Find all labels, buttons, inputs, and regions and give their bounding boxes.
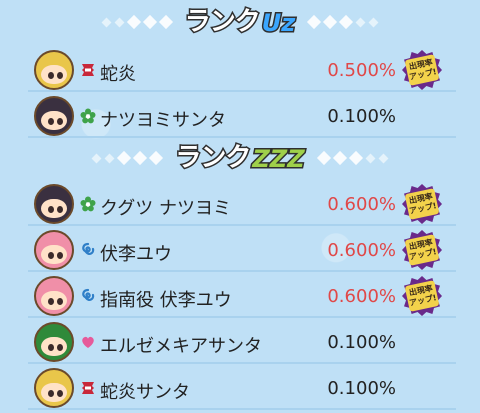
green-flower-tribe-icon xyxy=(80,196,96,212)
row-divider xyxy=(28,408,456,410)
row-divider xyxy=(28,362,456,364)
red-tribe-icon xyxy=(80,62,96,78)
character-name: 伏李ユウ xyxy=(100,244,172,265)
rank-title-zzz: ランク ZZZ xyxy=(174,143,306,173)
character-name: 蛇炎 xyxy=(100,64,136,85)
character-name: クグツ ナツヨミ xyxy=(100,198,232,219)
row-divider xyxy=(28,270,456,272)
list-item: 蛇炎 0.500% 出現率 アップ! xyxy=(0,48,480,92)
rate-up-badge-icon: 出現率 アップ! xyxy=(402,276,442,316)
row-divider xyxy=(28,90,456,92)
list-item: 伏李ユウ 0.600% 出現率 アップ! xyxy=(0,228,480,272)
rank-badge-zzz: ZZZ xyxy=(251,145,306,173)
rank-label: ランク xyxy=(174,143,253,173)
character-avatar xyxy=(34,276,74,316)
character-name: エルゼメキアサンタ xyxy=(100,336,262,357)
drop-rate: 0.500% xyxy=(327,60,396,81)
drop-rate: 0.100% xyxy=(327,332,396,353)
character-avatar xyxy=(34,368,74,408)
list-item: ナツヨミサンタ 0.100% xyxy=(0,94,480,138)
row-divider xyxy=(28,136,456,138)
rate-up-badge-icon: 出現率 アップ! xyxy=(402,184,442,224)
red-tribe-icon xyxy=(80,380,96,396)
character-name: 蛇炎サンタ xyxy=(100,382,190,403)
drop-rate: 0.600% xyxy=(327,286,396,307)
character-avatar xyxy=(34,322,74,362)
blue-swirl-tribe-icon xyxy=(80,288,96,304)
character-avatar xyxy=(34,184,74,224)
list-item: 指南役 伏李ユウ 0.600% 出現率 アップ! xyxy=(0,274,480,318)
header-diamonds-right xyxy=(316,150,389,166)
rank-badge-uz: Uz xyxy=(260,9,297,37)
header-diamonds-left xyxy=(91,150,164,166)
row-divider xyxy=(28,224,456,226)
drop-rate: 0.100% xyxy=(327,106,396,127)
rate-up-badge-icon: 出現率 アップ! xyxy=(402,50,442,90)
rank-label: ランク xyxy=(183,7,262,37)
list-item: エルゼメキアサンタ 0.100% xyxy=(0,320,480,364)
drop-rate: 0.600% xyxy=(327,194,396,215)
drop-rate: 0.100% xyxy=(327,378,396,399)
character-name: 指南役 伏李ユウ xyxy=(100,290,232,311)
character-avatar xyxy=(34,50,74,90)
pink-heart-tribe-icon xyxy=(80,334,96,350)
header-diamonds-right xyxy=(307,14,379,30)
rate-list-panel: ランク Uz 蛇炎 0.500% 出現率 アップ! ナツヨミサンタ 0.100% ランク … xyxy=(0,0,480,413)
drop-rate: 0.600% xyxy=(327,240,396,261)
green-flower-tribe-icon xyxy=(80,108,96,124)
character-name: ナツヨミサンタ xyxy=(100,110,226,131)
list-item: 蛇炎サンタ 0.100% xyxy=(0,366,480,410)
rank-title-uz: ランク Uz xyxy=(183,7,297,37)
rate-up-badge-icon: 出現率 アップ! xyxy=(402,230,442,270)
row-divider xyxy=(28,316,456,318)
character-avatar xyxy=(34,96,74,136)
list-item: クグツ ナツヨミ 0.600% 出現率 アップ! xyxy=(0,182,480,226)
section-header-zzz: ランク ZZZ xyxy=(0,140,480,176)
section-header-uz: ランク Uz xyxy=(0,4,480,40)
blue-swirl-tribe-icon xyxy=(80,242,96,258)
character-avatar xyxy=(34,230,74,270)
header-diamonds-left xyxy=(101,14,173,30)
